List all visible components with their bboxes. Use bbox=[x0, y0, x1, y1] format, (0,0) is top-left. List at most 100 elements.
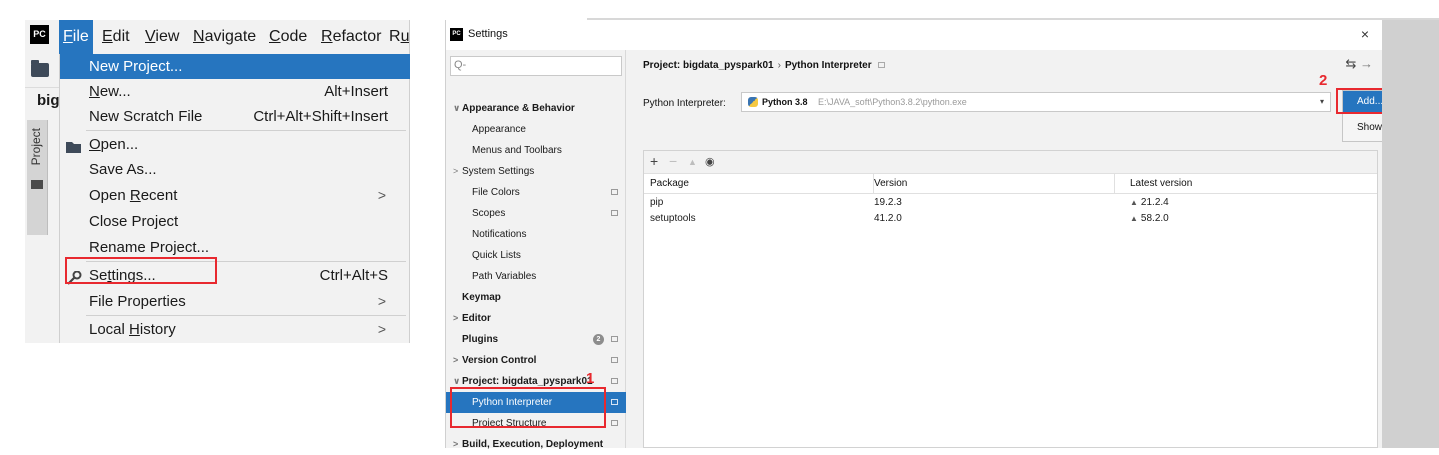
dialog-title-bar: PC Settings × bbox=[446, 20, 1383, 50]
tree-item-scopes[interactable]: Scopes bbox=[446, 203, 626, 224]
menu-navigate[interactable]: Navigate bbox=[189, 20, 260, 54]
update-count-badge: 2 bbox=[593, 334, 604, 345]
annotation-step-2: 2 bbox=[1319, 72, 1328, 89]
menu-item-local-history[interactable]: Local History > bbox=[60, 317, 410, 342]
tree-item-label: Editor bbox=[462, 313, 491, 324]
interpreter-path: E:\JAVA_soft\Python3.8.2\python.exe bbox=[818, 97, 967, 107]
settings-dialog: PC Settings × Q- ∨ Appearance & Behavior A… bbox=[445, 20, 1412, 450]
package-version: 41.2.0 bbox=[874, 213, 902, 224]
submenu-arrow-icon: > bbox=[377, 293, 386, 309]
forward-arrow-icon[interactable]: → bbox=[1360, 56, 1373, 71]
breadcrumb-page: Python Interpreter bbox=[784, 60, 872, 71]
tree-item-label: Scopes bbox=[472, 208, 506, 219]
uninstall-package-button[interactable]: − bbox=[669, 153, 677, 169]
menu-item-new-project[interactable]: New Project... bbox=[60, 54, 410, 79]
tree-item-appearance-behavior[interactable]: ∨ Appearance & Behavior bbox=[446, 98, 626, 119]
package-latest-version: ▲ 58.2.0 bbox=[1130, 213, 1169, 224]
show-early-releases-eye-icon[interactable]: ◉ bbox=[705, 155, 715, 168]
tree-item-appearance[interactable]: Appearance bbox=[446, 119, 626, 140]
project-tool-window-tab[interactable]: Project bbox=[27, 120, 48, 235]
tree-item-editor[interactable]: > Editor bbox=[446, 308, 626, 329]
navigation-arrows: ⇆ → bbox=[1345, 56, 1373, 72]
annotation-step-1: 1 bbox=[586, 370, 595, 387]
project-tab-label: Project bbox=[29, 128, 43, 166]
menu-code[interactable]: Code bbox=[265, 20, 311, 54]
project-scope-icon bbox=[611, 420, 618, 426]
menu-bar: PC File Edit View Navigate Code Refactor… bbox=[25, 20, 410, 54]
settings-search-input[interactable]: Q- bbox=[450, 56, 622, 76]
package-version: 19.2.3 bbox=[874, 197, 902, 208]
upgrade-available-icon: ▲ bbox=[1130, 214, 1138, 223]
table-row[interactable]: pip 19.2.3 ▲ 21.2.4 bbox=[644, 195, 1377, 211]
install-package-button[interactable]: + bbox=[650, 153, 658, 169]
menu-item-open[interactable]: Open... bbox=[60, 132, 410, 157]
tree-item-label: Version Control bbox=[462, 355, 537, 366]
shortcut-label: Ctrl+Alt+S bbox=[319, 267, 388, 284]
tree-item-label: Notifications bbox=[472, 229, 527, 240]
tree-item-version-control[interactable]: > Version Control bbox=[446, 350, 626, 371]
tree-item-label: System Settings bbox=[462, 166, 535, 177]
tree-item-keymap[interactable]: Keymap bbox=[446, 287, 626, 308]
upgrade-package-button[interactable]: ▲ bbox=[688, 157, 697, 167]
tree-item-label: Plugins bbox=[462, 334, 499, 345]
package-name: setuptools bbox=[650, 213, 696, 224]
table-row[interactable]: setuptools 41.2.0 ▲ 58.2.0 bbox=[644, 211, 1377, 227]
pycharm-logo-icon: PC bbox=[30, 25, 49, 44]
tree-item-notifications[interactable]: Notifications bbox=[446, 224, 626, 245]
package-name: pip bbox=[650, 197, 664, 208]
chevron-right-icon[interactable]: > bbox=[453, 161, 458, 182]
menu-edit[interactable]: Edit bbox=[98, 20, 134, 54]
menu-item-open-recent[interactable]: Open Recent > bbox=[60, 183, 410, 208]
open-folder-icon bbox=[66, 137, 82, 153]
tree-item-file-colors[interactable]: File Colors bbox=[446, 182, 626, 203]
menu-view[interactable]: View bbox=[141, 20, 183, 54]
column-header-package[interactable]: Package bbox=[650, 174, 689, 194]
column-header-version[interactable]: Version bbox=[874, 174, 907, 194]
column-header-latest-version[interactable]: Latest version bbox=[1130, 174, 1192, 194]
chevron-right-icon[interactable]: > bbox=[453, 350, 458, 371]
file-menu-dropdown: New Project... New... Alt+Insert New Scr… bbox=[59, 54, 410, 343]
upgrade-available-icon: ▲ bbox=[1130, 198, 1138, 207]
menu-run[interactable]: Ru bbox=[385, 20, 410, 54]
menu-refactor[interactable]: Refactor bbox=[317, 20, 385, 54]
menu-separator bbox=[86, 130, 406, 131]
tree-item-menus-and-toolbars[interactable]: Menus and Toolbars bbox=[446, 140, 626, 161]
tree-item-build-execution-deployment[interactable]: > Build, Execution, Deployment bbox=[446, 434, 626, 455]
python-interpreter-select[interactable]: Python 3.8 E:\JAVA_soft\Python3.8.2\pyth… bbox=[741, 92, 1331, 112]
python-interpreter-label: Python Interpreter: bbox=[643, 98, 726, 109]
menu-item-new-scratch-file[interactable]: New Scratch File Ctrl+Alt+Shift+Insert bbox=[60, 104, 410, 129]
project-scope-icon bbox=[611, 378, 618, 384]
interpreter-name: Python 3.8 bbox=[762, 97, 808, 107]
menu-item-save-as[interactable]: Save As... bbox=[60, 157, 410, 182]
tree-item-plugins[interactable]: Plugins 2 bbox=[446, 329, 626, 350]
ide-window: PC File Edit View Navigate Code Refactor… bbox=[25, 20, 410, 343]
project-scope-icon bbox=[611, 399, 618, 405]
breadcrumb: Project: bigdata_pyspark01 › Python Interp… bbox=[643, 60, 885, 71]
menu-item-new[interactable]: New... Alt+Insert bbox=[60, 79, 410, 104]
project-name-label: big bbox=[37, 92, 60, 109]
packages-header-row: Package Version Latest version bbox=[644, 174, 1377, 194]
close-button[interactable]: × bbox=[1361, 26, 1369, 42]
tree-item-system-settings[interactable]: > System Settings bbox=[446, 161, 626, 182]
tree-item-label: File Colors bbox=[472, 187, 520, 198]
dialog-title: Settings bbox=[468, 28, 508, 40]
folder-icon bbox=[31, 180, 43, 189]
chevron-right-icon[interactable]: > bbox=[453, 308, 458, 329]
column-divider bbox=[1114, 174, 1115, 194]
chevron-down-icon[interactable]: ∨ bbox=[453, 98, 460, 119]
packages-toolbar: + − ▲ ◉ bbox=[644, 151, 1377, 174]
project-scope-icon bbox=[611, 210, 618, 216]
tree-item-quick-lists[interactable]: Quick Lists bbox=[446, 245, 626, 266]
project-scope-icon bbox=[877, 62, 885, 69]
submenu-arrow-icon: > bbox=[377, 321, 386, 337]
menu-item-close-project[interactable]: Close Project bbox=[60, 209, 410, 234]
project-scope-icon bbox=[611, 357, 618, 363]
shortcut-label: Alt+Insert bbox=[324, 83, 388, 100]
open-folder-icon[interactable] bbox=[31, 60, 49, 77]
tree-item-path-variables[interactable]: Path Variables bbox=[446, 266, 626, 287]
back-arrow-icon[interactable]: ⇆ bbox=[1345, 56, 1356, 71]
chevron-right-icon[interactable]: > bbox=[453, 434, 458, 455]
menu-file[interactable]: File bbox=[59, 20, 93, 54]
chevron-down-icon: ▾ bbox=[1319, 97, 1324, 106]
menu-item-file-properties[interactable]: File Properties > bbox=[60, 289, 410, 314]
